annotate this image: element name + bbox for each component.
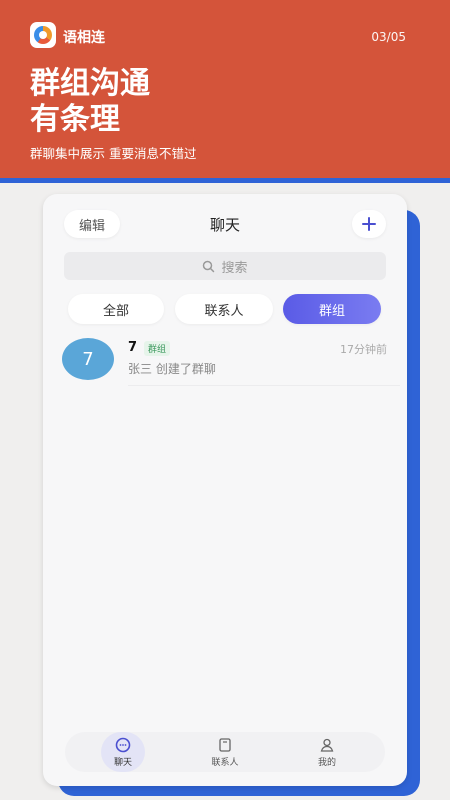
chat-name: 7 bbox=[128, 340, 138, 355]
app-name: 语相连 bbox=[63, 30, 105, 46]
group-badge: 群组 bbox=[144, 341, 171, 356]
search-input[interactable]: 搜索 bbox=[64, 252, 386, 280]
headline-line-1: 群组沟通 bbox=[30, 66, 150, 101]
tab-all[interactable]: 全部 bbox=[68, 294, 164, 324]
divider bbox=[128, 385, 400, 386]
promo-header: 语相连 03/05 群组沟通 有条理 群聊集中展示 重要消息不错过 bbox=[0, 0, 450, 178]
headline-line-2: 有条理 bbox=[30, 102, 120, 137]
subtitle: 群聊集中展示 重要消息不错过 bbox=[30, 146, 197, 161]
filter-tabs: 全部 联系人 群组 bbox=[68, 294, 384, 324]
chat-icon bbox=[93, 737, 153, 753]
nav-profile-label: 我的 bbox=[317, 758, 336, 768]
list-item[interactable]: 7 7 群组 17分钟前 张三 创建了群聊 bbox=[62, 338, 400, 388]
avatar: 7 bbox=[62, 338, 114, 380]
chat-preview: 张三 创建了群聊 bbox=[128, 362, 216, 376]
headline: 群组沟通 有条理 bbox=[30, 66, 150, 138]
plus-icon bbox=[362, 217, 376, 231]
add-button[interactable] bbox=[352, 210, 386, 238]
nav-contacts-label: 联系人 bbox=[211, 758, 239, 768]
contacts-icon bbox=[195, 737, 255, 753]
nav-profile[interactable]: 我的 bbox=[297, 734, 357, 770]
profile-icon bbox=[297, 737, 357, 753]
chat-time: 17分钟前 bbox=[340, 343, 387, 356]
nav-chat[interactable]: 聊天 bbox=[93, 732, 153, 772]
phone-screen: 编辑 聊天 搜索 全部 联系人 群组 7 7 群组 17分钟前 张三 创建了群聊 bbox=[43, 194, 407, 786]
search-placeholder: 搜索 bbox=[221, 260, 248, 276]
search-icon bbox=[203, 260, 215, 272]
header-accent-bar bbox=[0, 178, 450, 183]
nav-chat-label: 聊天 bbox=[113, 758, 132, 768]
tab-groups[interactable]: 群组 bbox=[283, 294, 381, 324]
app-logo bbox=[30, 22, 56, 48]
page-indicator: 03/05 bbox=[371, 30, 406, 44]
bottom-nav: 聊天 联系人 我的 bbox=[65, 732, 385, 772]
nav-contacts[interactable]: 联系人 bbox=[195, 734, 255, 770]
tab-contacts[interactable]: 联系人 bbox=[175, 294, 273, 324]
